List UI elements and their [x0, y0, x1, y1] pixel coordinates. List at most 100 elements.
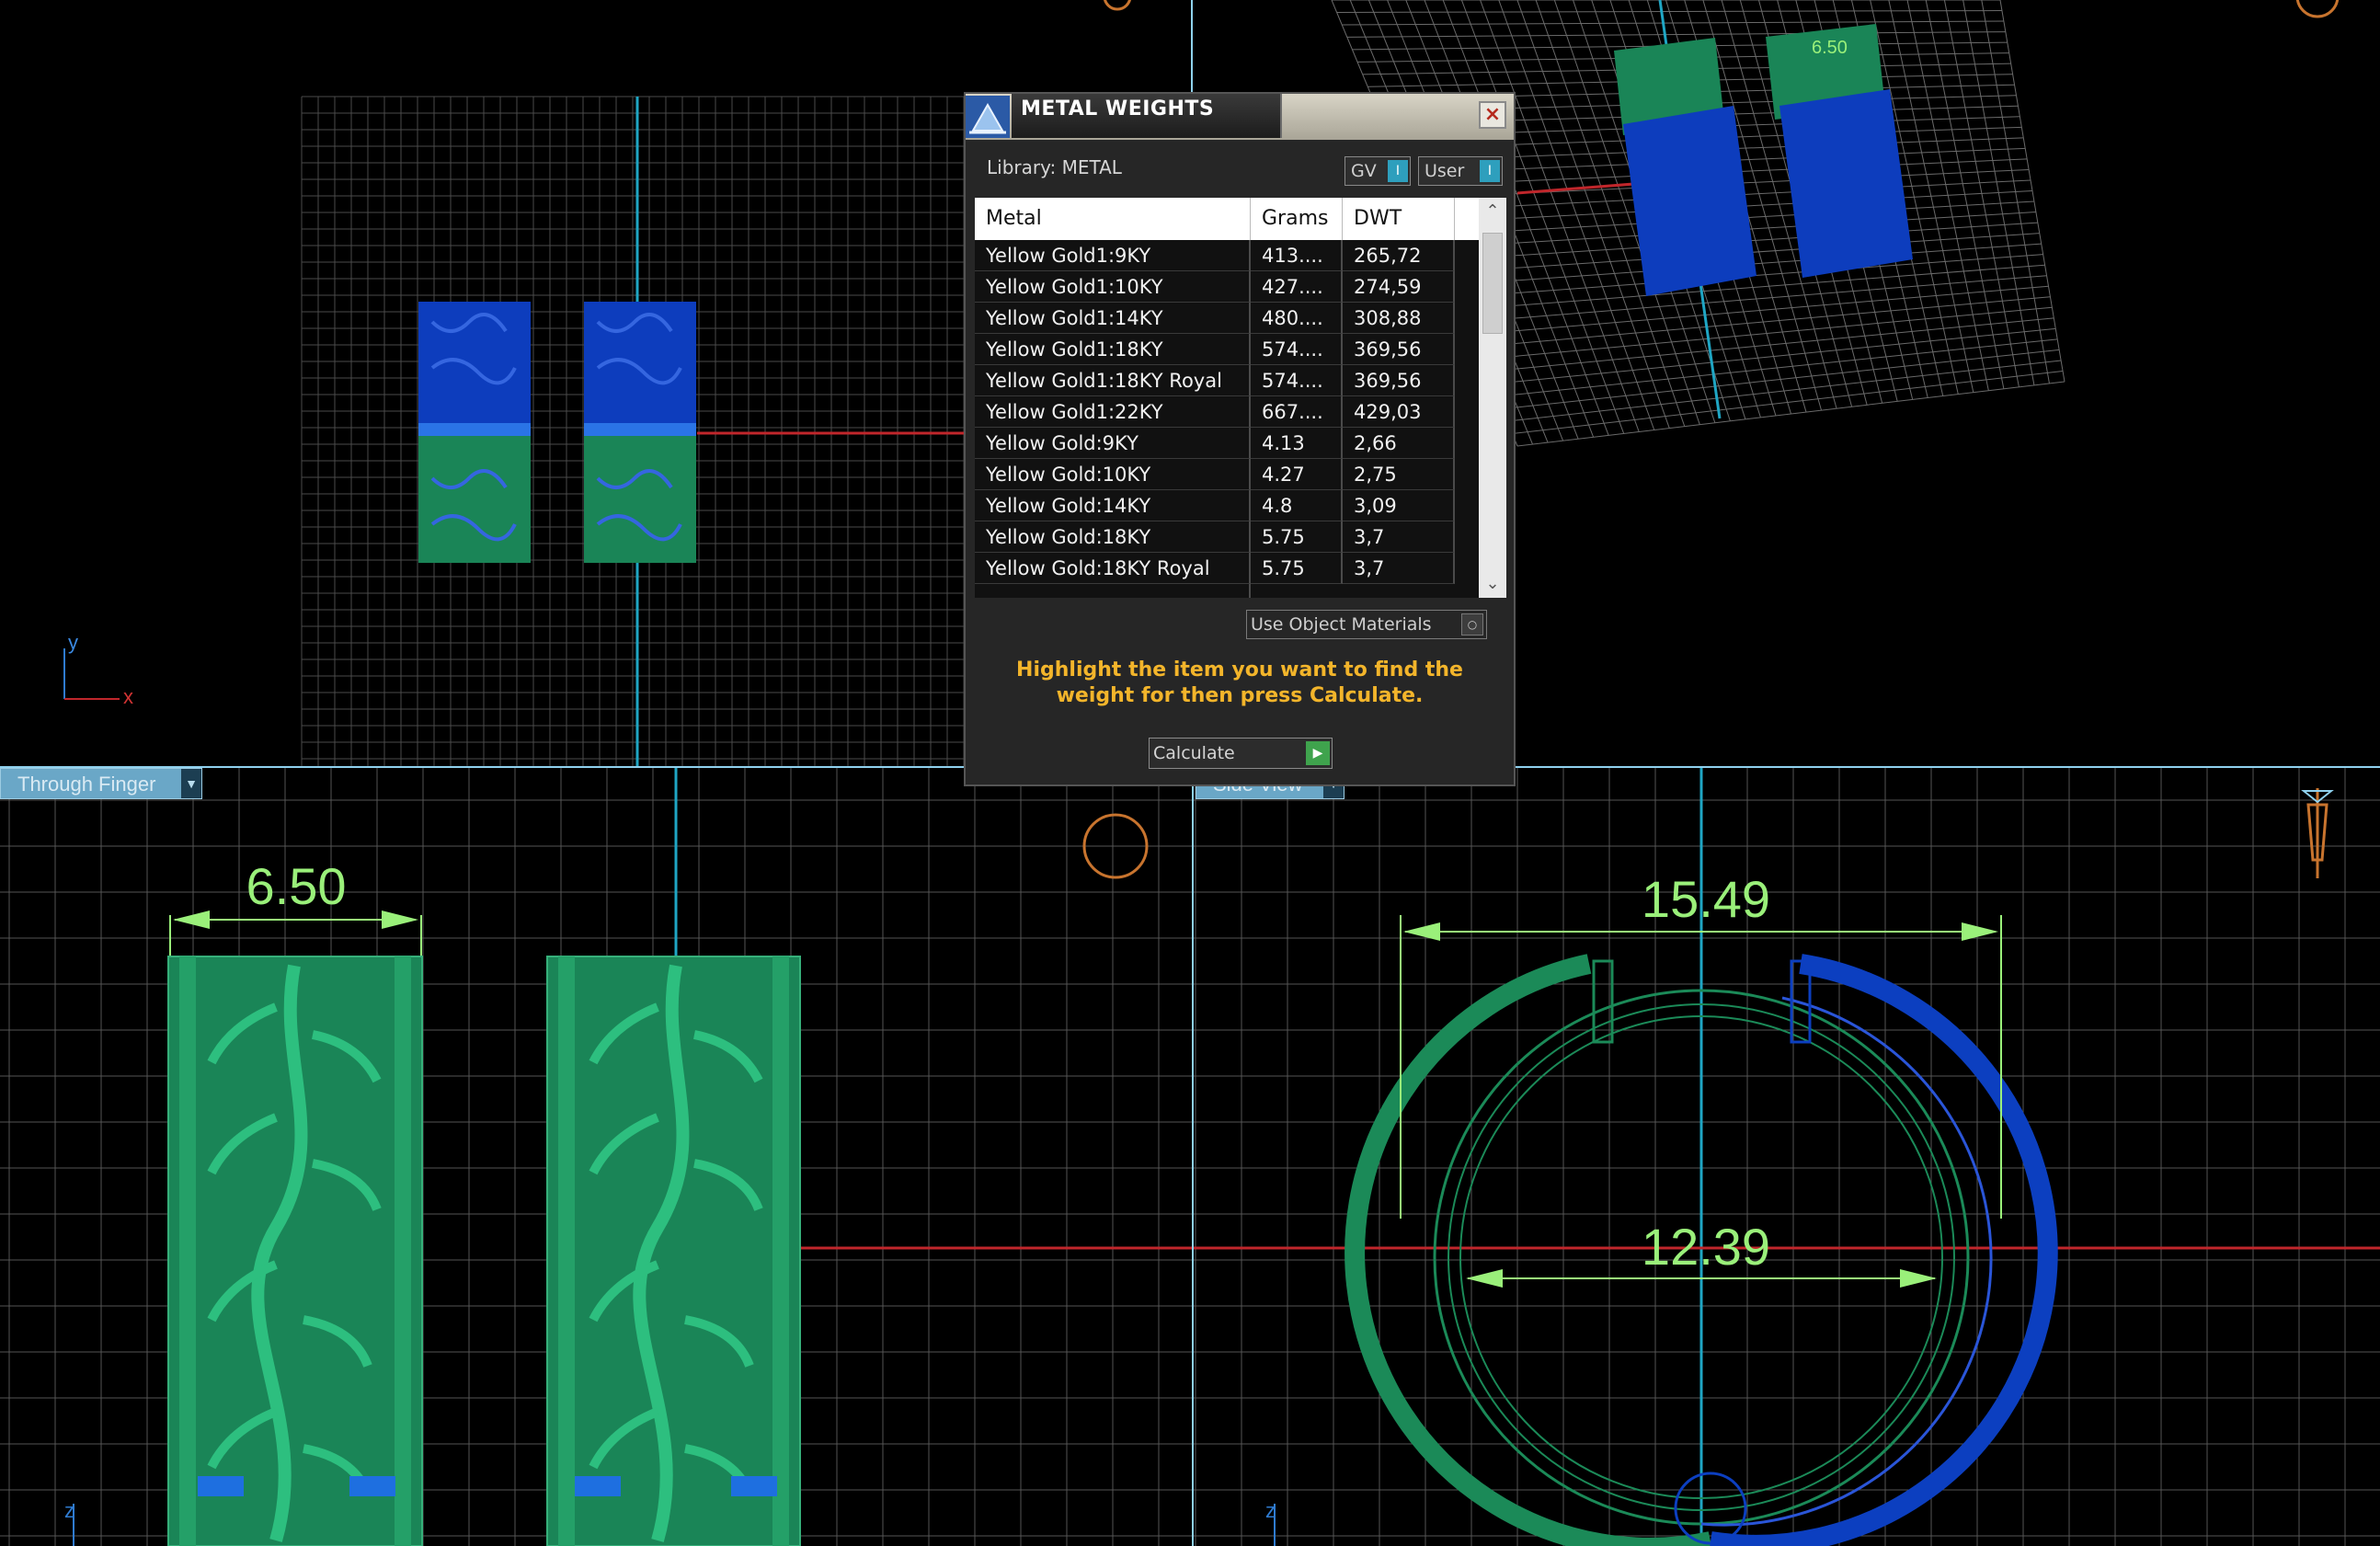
close-icon: × [1483, 103, 1502, 126]
library-label: Library: METAL [987, 156, 1122, 178]
cell-metal: Yellow Gold:14KY [975, 490, 1251, 521]
scroll-thumb[interactable] [1482, 233, 1503, 334]
user-toggle[interactable]: User I [1418, 156, 1503, 186]
table-row[interactable]: Yellow Gold1:22KY 667.... 429,03 [975, 396, 1479, 428]
grid-line [1470, 285, 2049, 336]
metal-weights-dialog[interactable]: METAL WEIGHTS × Library: METAL GV I User… [964, 92, 1516, 786]
front-viewport-canvas: 6.50 z [0, 768, 1192, 1546]
cell-metal: Yellow Gold1:14KY [975, 303, 1251, 334]
use-object-materials-toggle[interactable]: Use Object Materials ○ [1246, 610, 1487, 639]
cell-metal: Yellow Gold:10KY [975, 459, 1251, 490]
width-dimension-label: 6.50 [246, 857, 347, 915]
scroll-up-icon[interactable]: ⌃ [1479, 198, 1506, 225]
use-object-materials-label: Use Object Materials [1251, 614, 1432, 635]
grid-line [1465, 275, 2047, 323]
toggle-switch-icon: I [1388, 160, 1408, 182]
instruction-text: Highlight the item you want to find the … [1016, 658, 1463, 707]
play-icon: ▶ [1306, 741, 1330, 765]
axis-indicator-xy: y x [63, 631, 133, 708]
axis-indicator-z: z [64, 1499, 74, 1546]
cell-dwt: 3,7 [1343, 521, 1455, 553]
table-scrollbar[interactable]: ⌃ ⌄ [1479, 198, 1506, 598]
cell-dwt: 2,75 [1343, 459, 1455, 490]
toggle-switch-icon: I [1480, 160, 1500, 182]
grid-line [1481, 306, 2053, 361]
cell-grams: 574.... [1251, 365, 1343, 396]
ring-gauge-icon [2301, 788, 2334, 878]
cell-dwt: 3,7 [1343, 553, 1455, 584]
metal-table[interactable]: Metal Grams DWT Yellow Gold1:9KY 413.... 2… [975, 198, 1506, 598]
table-row[interactable]: Yellow Gold:18KY Royal 5.75 3,7 [975, 553, 1479, 584]
grid-line [1346, 31, 2006, 38]
table-row[interactable]: Yellow Gold1:18KY Royal 574.... 369,56 [975, 365, 1479, 396]
axis-indicator-z: z [1265, 1499, 1276, 1546]
cell-grams: 4.27 [1251, 459, 1343, 490]
table-row[interactable]: Yellow Gold:14KY 4.8 3,09 [975, 490, 1479, 521]
grid-line [1496, 338, 2058, 397]
cell-grams: 427.... [1251, 271, 1343, 303]
inner-dimension-label: 12.39 [1642, 1218, 1770, 1276]
cell-metal: Yellow Gold:18KY [975, 521, 1251, 553]
cell-dwt: 2,66 [1343, 428, 1455, 459]
column-header-dwt[interactable]: DWT [1343, 198, 1455, 240]
calculate-button[interactable]: Calculate ▶ [1149, 738, 1333, 769]
cell-dwt: 369,56 [1343, 334, 1455, 365]
cell-metal: Yellow Gold:18KY Royal [975, 553, 1251, 584]
table-row[interactable]: Yellow Gold1:14KY 480.... 308,88 [975, 303, 1479, 334]
table-header: Metal Grams DWT [975, 198, 1506, 240]
scroll-down-icon[interactable]: ⌄ [1479, 570, 1506, 598]
cell-metal: Yellow Gold1:22KY [975, 396, 1251, 428]
ring-top-view-right [584, 302, 696, 563]
cell-grams: 574.... [1251, 334, 1343, 365]
ring-perspective-right: 6.50 [1766, 24, 1913, 278]
viewport-side[interactable]: 15.49 12.39 z Side View ▼ [1194, 768, 2380, 1546]
table-row[interactable]: Yellow Gold1:9KY 413.... 265,72 [975, 240, 1479, 271]
perspective-dimension: 6.50 [1812, 38, 1848, 58]
ring-band-front-right [546, 956, 801, 1546]
cell-dwt: 369,56 [1343, 365, 1455, 396]
radio-icon: ○ [1461, 613, 1483, 636]
cell-dwt: 274,59 [1343, 271, 1455, 303]
gv-toggle[interactable]: GV I [1344, 156, 1411, 186]
grid-line [1476, 296, 2051, 348]
user-toggle-label: User [1425, 161, 1465, 181]
ring-gauge-icon [1104, 0, 1131, 11]
cell-grams: 5.75 [1251, 553, 1343, 584]
table-row[interactable]: Yellow Gold1:18KY 574.... 369,56 [975, 334, 1479, 365]
cell-grams: 413.... [1251, 240, 1343, 271]
axis-label-z: z [1265, 1499, 1276, 1522]
ring-band-front-left [167, 956, 423, 1546]
cell-dwt: 308,88 [1343, 303, 1455, 334]
table-row-partial [975, 584, 1479, 598]
table-row[interactable]: Yellow Gold:18KY 5.75 3,7 [975, 521, 1479, 553]
column-header-metal[interactable]: Metal [975, 198, 1251, 240]
view-dropdown-front[interactable]: Through Finger ▼ [0, 768, 202, 799]
table-row[interactable]: Yellow Gold1:10KY 427.... 274,59 [975, 271, 1479, 303]
cell-metal: Yellow Gold:9KY [975, 428, 1251, 459]
cell-dwt: 3,09 [1343, 490, 1455, 521]
ring-top-view-left [418, 302, 531, 563]
cell-metal: Yellow Gold1:10KY [975, 271, 1251, 303]
side-viewport-canvas: 15.49 12.39 z [1194, 768, 2380, 1546]
scale-icon [966, 96, 1010, 138]
viewport-front[interactable]: 6.50 z Through Finger ▼ [0, 768, 1192, 1546]
cell-grams: 4.13 [1251, 428, 1343, 459]
dimension-width: 6.50 [169, 857, 422, 956]
grid-line [1491, 327, 2056, 385]
column-header-grams[interactable]: Grams [1251, 198, 1343, 240]
cell-metal: Yellow Gold1:9KY [975, 240, 1251, 271]
table-row[interactable]: Yellow Gold:10KY 4.27 2,75 [975, 459, 1479, 490]
table-row[interactable]: Yellow Gold:9KY 4.13 2,66 [975, 428, 1479, 459]
cell-metal: Yellow Gold1:18KY [975, 334, 1251, 365]
cell-dwt: 265,72 [1343, 240, 1455, 271]
ring-perspective-left [1614, 38, 1756, 296]
cell-dwt: 429,03 [1343, 396, 1455, 428]
axis-label-y: y [68, 631, 78, 654]
ring-gauge-icon [2295, 0, 2340, 18]
cell-grams: 5.75 [1251, 521, 1343, 553]
cell-grams: 4.8 [1251, 490, 1343, 521]
close-button[interactable]: × [1479, 101, 1506, 129]
view-dropdown-label: Through Finger [17, 773, 156, 796]
grid-line [1502, 349, 2060, 410]
dialog-titlebar[interactable]: METAL WEIGHTS × [966, 94, 1514, 140]
